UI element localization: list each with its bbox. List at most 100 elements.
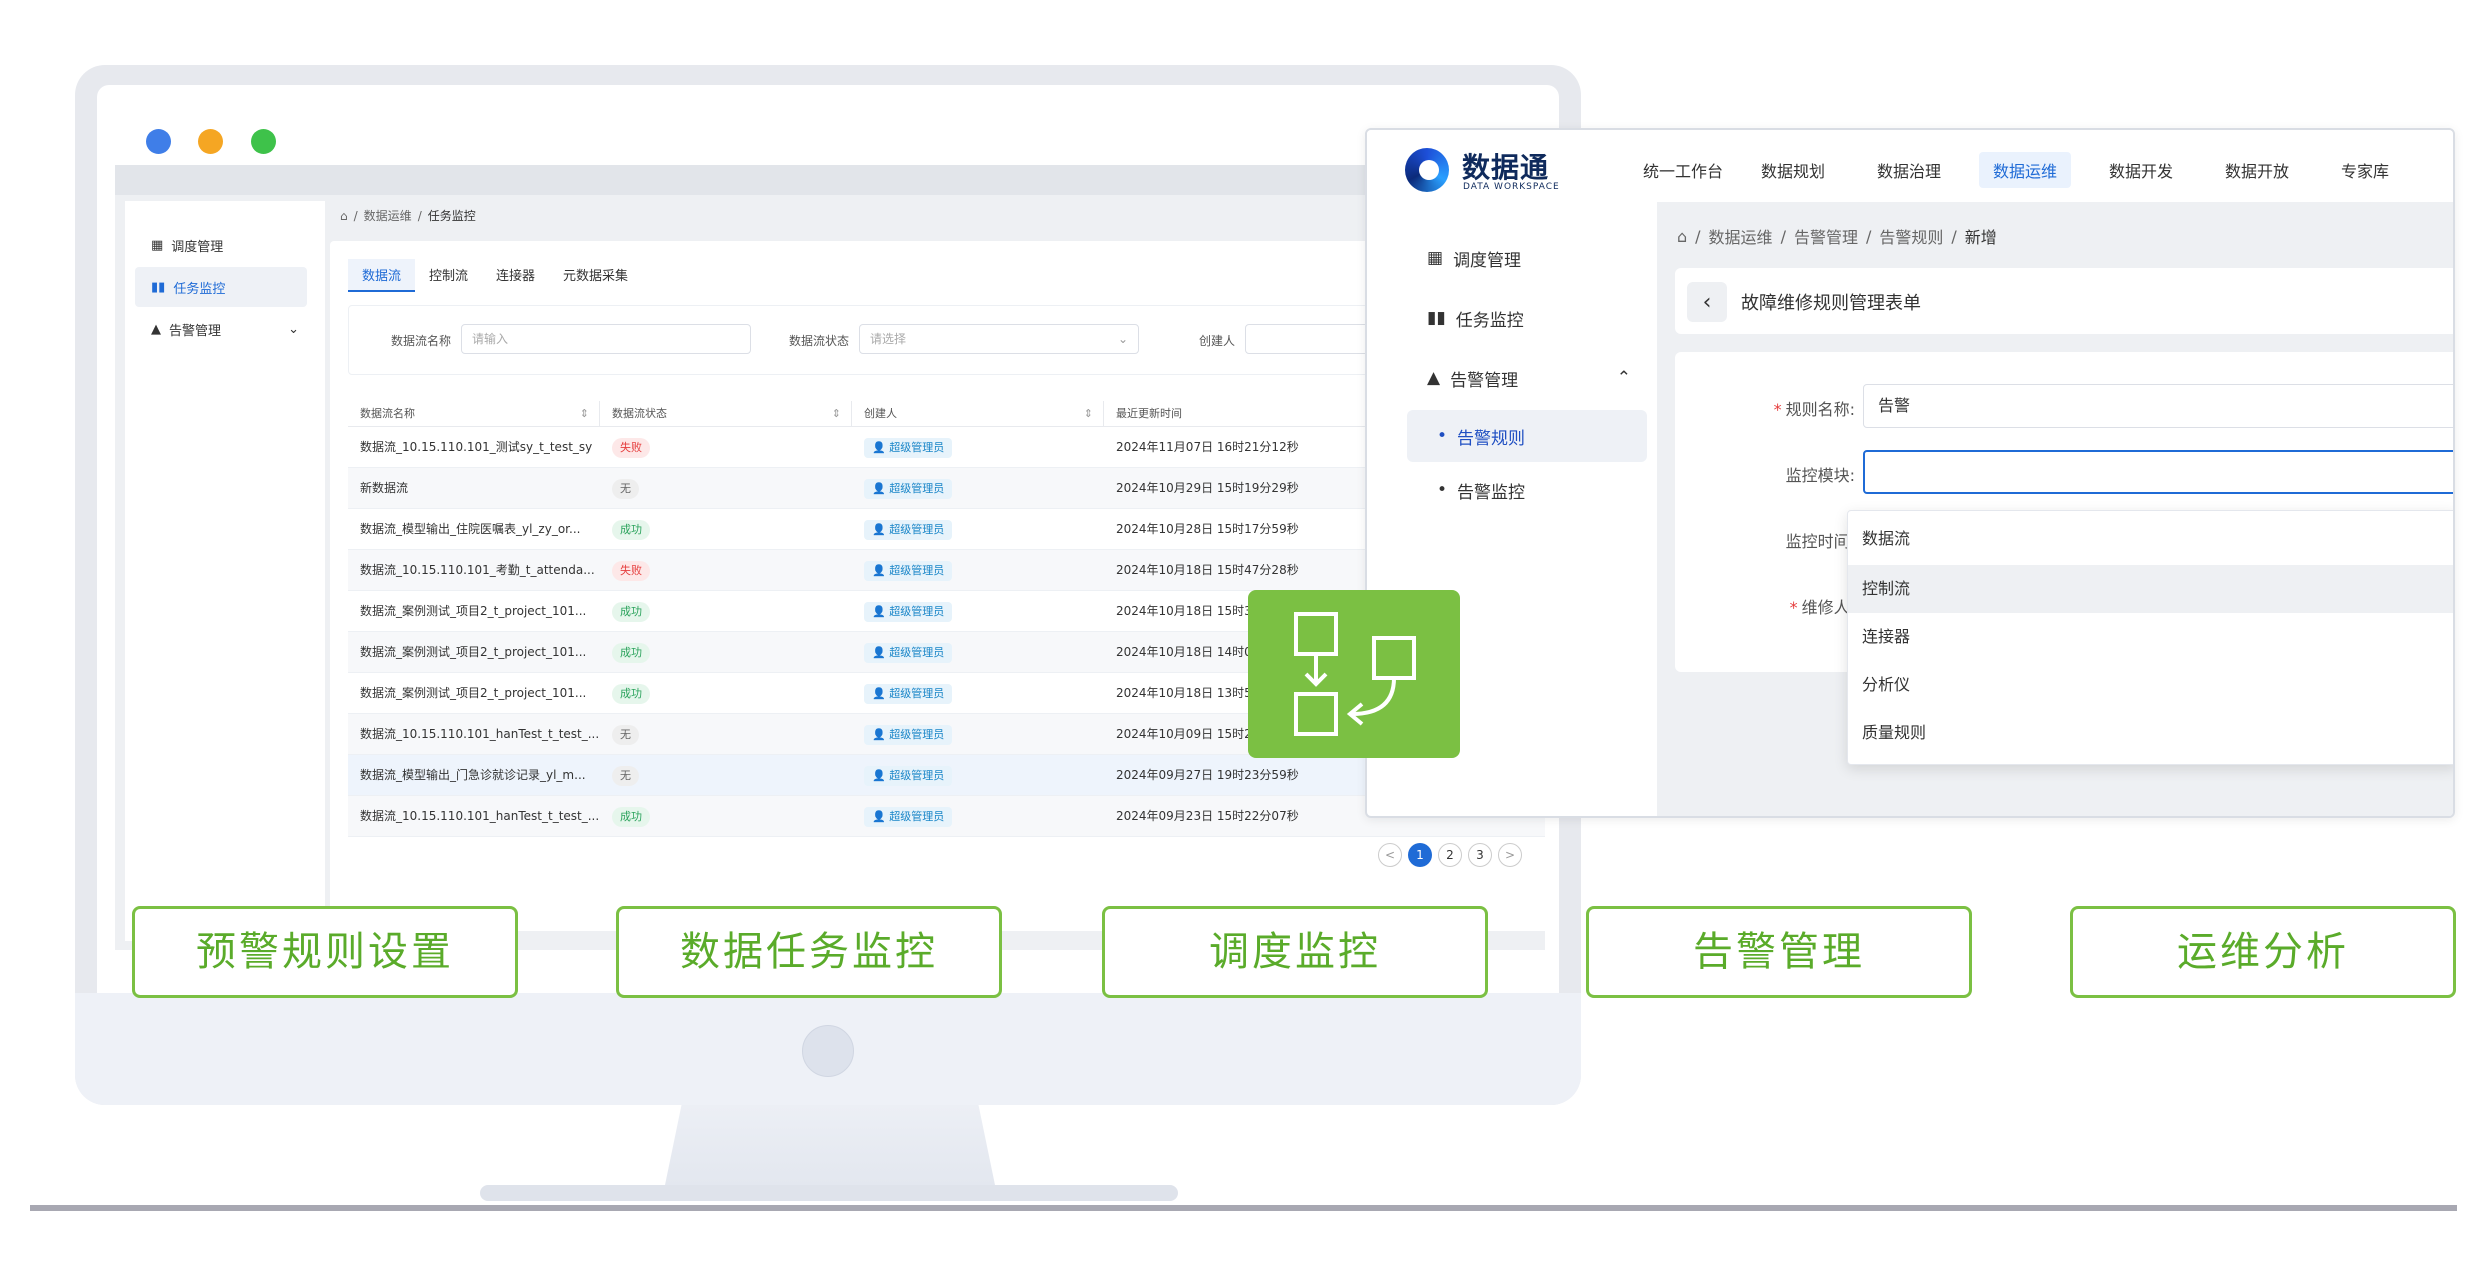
sidebar-item-alarm[interactable]: ▲ 告警管理 ⌄ [135, 309, 307, 349]
creator-tag: 👤 超级管理员 [864, 478, 953, 499]
filter-name-label: 数据流名称 [391, 334, 452, 348]
form-title: 故障维修规则管理表单 [1741, 293, 1921, 314]
sidebar-item-schedule[interactable]: ▦ 调度管理 [1407, 232, 1647, 284]
sidebar-item-task-monitor[interactable]: ▮▮ 任务监控 [135, 267, 307, 307]
cell-name: 数据流_案例测试_项目2_t_project_101... [360, 645, 587, 659]
breadcrumb-item[interactable]: 告警规则 [1879, 224, 1943, 248]
tab-dataflow[interactable]: 数据流 [348, 259, 416, 292]
cell-status: 成功 [600, 509, 852, 550]
user-icon: 👤 [872, 809, 890, 823]
pager-next[interactable]: > [1498, 843, 1522, 867]
column-header-status[interactable]: 数据流状态 ⇕ [600, 401, 852, 427]
nav-development[interactable]: 数据开发 [2095, 152, 2187, 188]
page-2[interactable]: 2 [1438, 843, 1462, 867]
cell-creator: 👤 超级管理员 [852, 796, 1104, 837]
cell-name: 数据流_10.15.110.101_考勤_t_attenda... [360, 563, 595, 577]
nav-open[interactable]: 数据开放 [2211, 152, 2303, 188]
creator-name: 超级管理员 [889, 440, 945, 454]
nav-workbench[interactable]: 统一工作台 [1629, 152, 1737, 188]
chevron-up-icon: ⌃ [1616, 368, 1631, 388]
tab-controlflow[interactable]: 控制流 [415, 259, 482, 292]
window-dot-orange[interactable] [198, 129, 223, 154]
feature-ops-analysis[interactable]: 运维分析 [2070, 906, 2456, 998]
column-header-name[interactable]: 数据流名称 ⇕ [348, 401, 600, 427]
creator-tag: 👤 超级管理员 [864, 601, 953, 622]
bullet-icon: • [1437, 426, 1448, 446]
cell-creator: 👤 超级管理员 [852, 632, 1104, 673]
name-search-input[interactable]: 请输入 [461, 324, 751, 354]
home-icon[interactable]: ⌂ [340, 209, 348, 223]
option-analyzer[interactable]: 分析仪 [1848, 661, 2453, 709]
cell-status: 无 [600, 468, 852, 509]
status-select[interactable]: 请选择 ⌄ [859, 324, 1139, 354]
cell-creator: 👤 超级管理员 [852, 509, 1104, 550]
feature-alarm-management[interactable]: 告警管理 [1586, 906, 1972, 998]
nav-operations[interactable]: 数据运维 [1979, 152, 2072, 188]
cell-creator: 👤 超级管理员 [852, 673, 1104, 714]
creator-tag: 👤 超级管理员 [864, 765, 953, 786]
option-dataflow[interactable]: 数据流 [1848, 515, 2453, 563]
nav-planning[interactable]: 数据规划 [1747, 152, 1839, 188]
option-quality-rule[interactable]: 质量规则 [1848, 709, 2453, 757]
cell-creator: 👤 超级管理员 [852, 755, 1104, 796]
sort-icon[interactable]: ⇕ [1084, 401, 1093, 427]
page-1[interactable]: 1 [1408, 843, 1432, 867]
feature-schedule-monitoring[interactable]: 调度监控 [1102, 906, 1488, 998]
option-connector[interactable]: 连接器 [1848, 613, 2453, 661]
brand-name: 数据通 [1462, 151, 1550, 184]
status-badge: 成功 [612, 519, 650, 540]
chevron-down-icon: ⌄ [1117, 332, 1128, 346]
feature-data-task-monitoring[interactable]: 数据任务监控 [616, 906, 1002, 998]
creator-tag: 👤 超级管理员 [864, 642, 953, 663]
sidebar-item-alarm-rules[interactable]: • 告警规则 [1407, 410, 1647, 462]
breadcrumb-current: 任务监控 [427, 209, 476, 223]
creator-name: 超级管理员 [889, 809, 945, 823]
top-header: 数据通 DATA WORKSPACE 统一工作台 数据规划 数据治理 数据运维 … [1367, 130, 2453, 202]
sort-icon[interactable]: ⇕ [832, 401, 841, 427]
cell-creator: 👤 超级管理员 [852, 427, 1104, 468]
cell-creator: 👤 超级管理员 [852, 714, 1104, 755]
module-select[interactable] [1863, 450, 2453, 494]
breadcrumb-current: 新增 [1964, 228, 1997, 247]
page-3[interactable]: 3 [1468, 843, 1492, 867]
window-dot-blue[interactable] [146, 129, 171, 154]
user-icon: 👤 [872, 440, 890, 454]
left-main: ⌂ / 数据运维 / 任务监控 数据流 控制流 连接器 元数据采集 数据流名称 … [330, 201, 1545, 941]
sidebar-item-alarm[interactable]: ▲ 告警管理 ⌃ [1407, 352, 1647, 404]
monitor-stand-foot [480, 1185, 1178, 1201]
rule-name-input[interactable]: 告警 [1863, 384, 2453, 428]
sidebar-item-alarm-monitor[interactable]: • 告警监控 [1407, 464, 1647, 516]
cell-status: 无 [600, 755, 852, 796]
status-badge: 成功 [612, 683, 650, 704]
tab-metadata[interactable]: 元数据采集 [549, 259, 642, 292]
cell-status: 成功 [600, 591, 852, 632]
app-topbar [115, 165, 1545, 195]
rule-name-label: * 规则名称: [1773, 400, 1855, 419]
user-icon: 👤 [872, 604, 890, 618]
pager-prev[interactable]: < [1378, 843, 1402, 867]
grid-icon: ▦ [1427, 248, 1444, 268]
sort-icon[interactable]: ⇕ [580, 401, 589, 427]
breadcrumb-item[interactable]: 告警管理 [1794, 224, 1858, 248]
breadcrumb-item[interactable]: 数据运维 [1709, 224, 1773, 248]
form-title-bar: ‹ 故障维修规则管理表单 [1675, 268, 2453, 334]
back-button[interactable]: ‹ [1687, 282, 1727, 322]
sidebar-item-schedule[interactable]: ▦ 调度管理 [135, 225, 307, 265]
cell-name: 数据流_模型输出_门急诊就诊记录_yl_m... [360, 768, 586, 782]
user-icon: 👤 [872, 645, 890, 659]
option-controlflow[interactable]: 控制流 [1848, 565, 2453, 613]
cell-name: 新数据流 [360, 481, 409, 495]
breadcrumb-item[interactable]: 数据运维 [364, 207, 412, 224]
sidebar-item-task-monitor[interactable]: ▮▮ 任务监控 [1407, 292, 1647, 344]
creator-name: 超级管理员 [889, 686, 945, 700]
nav-experts[interactable]: 专家库 [2327, 152, 2403, 188]
cell-status: 成功 [600, 796, 852, 837]
nav-governance[interactable]: 数据治理 [1863, 152, 1955, 188]
bullet-icon: • [1437, 480, 1448, 500]
column-header-creator[interactable]: 创建人 ⇕ [852, 401, 1104, 427]
tab-connector[interactable]: 连接器 [482, 259, 549, 292]
home-icon[interactable]: ⌂ [1677, 227, 1687, 246]
feature-alert-rule-settings[interactable]: 预警规则设置 [132, 906, 518, 998]
window-dot-green[interactable] [251, 129, 276, 154]
status-badge: 失败 [612, 437, 650, 458]
